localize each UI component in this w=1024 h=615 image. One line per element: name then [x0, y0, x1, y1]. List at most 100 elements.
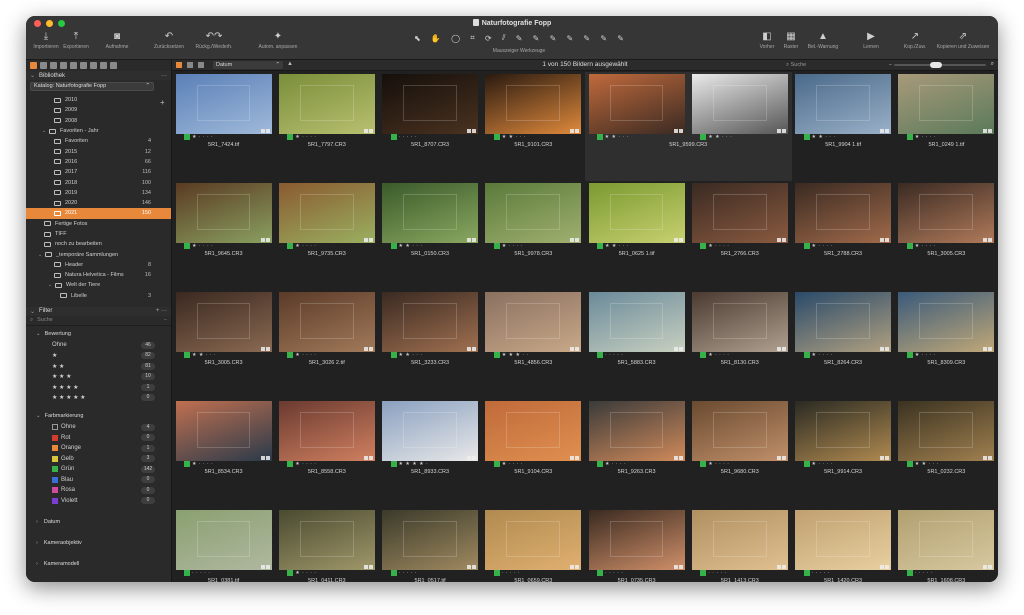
thumbnail-cell[interactable]: ★ ★ · · · 5R1_9101.CR3	[482, 72, 585, 181]
tree-item-noch-zu-bearbeiten[interactable]: noch zu bearbeiten	[26, 239, 171, 249]
tree-item-header[interactable]: Header 8	[26, 260, 171, 270]
color-filter-rosa[interactable]: Rosa 0	[26, 485, 171, 496]
thumbnail-cell[interactable]: ★ · · · · 5R1_0411.CR3	[275, 508, 378, 582]
cursor-tool-2-icon[interactable]: ◯	[451, 34, 460, 43]
color-tag-icon[interactable]	[906, 134, 913, 140]
color-tag-icon[interactable]	[597, 243, 603, 249]
slider-knob[interactable]	[930, 62, 942, 68]
thumbnail-cell[interactable]: ★ ★ · · · 5R1_0232.CR3	[895, 399, 998, 508]
thumbnail-cell[interactable]: · · · · · 5R1_1420.CR3	[792, 508, 895, 582]
star-rating[interactable]: · · · · ·	[812, 570, 830, 576]
color-tag-icon[interactable]	[700, 134, 707, 140]
tree-item-tiff[interactable]: TIFF	[26, 229, 171, 239]
color-tag-icon[interactable]	[390, 352, 397, 358]
rating-filter-3[interactable]: ★ ★ ★ 10	[26, 371, 171, 382]
rating-filter-4[interactable]: ★ ★ ★ ★ 1	[26, 382, 171, 393]
color-tag-icon[interactable]	[287, 570, 294, 576]
thumbnail-cell[interactable]: · · · · · 5R1_0735.CR3	[585, 508, 688, 582]
tree-item-2017[interactable]: 2017 116	[26, 167, 171, 177]
color-tag-icon[interactable]	[803, 243, 810, 249]
thumbnail-image[interactable]	[485, 292, 582, 352]
thumbnail-cell[interactable]: · · · · · 5R1_1608.CR3	[895, 508, 998, 582]
thumbnail-image[interactable]	[278, 183, 375, 243]
star-rating[interactable]: ★ · · · ·	[502, 461, 523, 467]
thumbnail-cell[interactable]: · · · · · 5R1_1413.CR3	[688, 508, 791, 582]
thumbnail-cell[interactable]: ★ · · · · 5R1_3026 2.tif	[275, 290, 378, 399]
star-rating[interactable]: · · · · ·	[192, 570, 210, 576]
color-tab-icon[interactable]	[60, 62, 67, 69]
thumbnail-cell[interactable]: · · · · · 5R1_0659.CR3	[482, 508, 585, 582]
star-rating[interactable]: ★ · · · ·	[915, 243, 936, 249]
color-tag-icon[interactable]	[700, 352, 707, 358]
color-filter-ohne[interactable]: Ohne 4	[26, 422, 171, 433]
thumbnail-image[interactable]	[485, 401, 582, 461]
color-tag-icon[interactable]	[493, 134, 500, 140]
output-tab-icon[interactable]	[110, 62, 117, 69]
thumbnail-cell[interactable]: ★ ★ · · · 5R1_0625 1.tif	[585, 181, 688, 290]
cursor-tool-3-icon[interactable]: ⌗	[470, 33, 475, 43]
color-tag-icon[interactable]	[597, 352, 603, 358]
thumbnail-image[interactable]	[382, 292, 479, 352]
cursor-tool-11-icon[interactable]: ✎	[600, 34, 607, 43]
metadata-tab-icon[interactable]	[100, 62, 107, 69]
thumbnail-image[interactable]	[485, 183, 582, 243]
undo-redo-button[interactable]: ↶↷ Rückg./Wiederh.	[194, 30, 234, 50]
star-rating[interactable]: ★ ★ · · ·	[399, 352, 423, 358]
thumbnail-cell[interactable]: ★ · · · · 5R1_9914.CR3	[792, 399, 895, 508]
tree-item-natura-helvetica-films[interactable]: Natura Helvetica - Films 16	[26, 270, 171, 280]
details-tab-icon[interactable]	[80, 62, 87, 69]
cursor-tool-6-icon[interactable]: ✎	[516, 34, 523, 43]
color-tag-icon[interactable]	[287, 461, 294, 467]
color-tag-icon[interactable]	[700, 461, 707, 467]
library-header[interactable]: ⌄ Bibliothek ···	[26, 71, 171, 80]
color-filter-violett[interactable]: Violett 0	[26, 495, 171, 506]
color-tag-icon[interactable]	[390, 461, 397, 467]
tree-item-favoriten[interactable]: Favoriten 4	[26, 136, 171, 146]
thumbnail-cell[interactable]: ★ · · · · 5R1_7424.tif	[172, 72, 275, 181]
thumbnail-image[interactable]	[691, 183, 788, 243]
thumbnail-cell[interactable]: ★ · · · · 5R1_8130.CR3	[688, 290, 791, 399]
cursor-tool-8-icon[interactable]: ✎	[550, 34, 557, 43]
thumbnail-image[interactable]	[485, 510, 582, 570]
color-tag-icon[interactable]	[803, 352, 810, 358]
thumbnail-cell[interactable]: ★ · · · · 5R1_8558.CR3	[275, 399, 378, 508]
filter-header[interactable]: ⌄ Filter + ···	[26, 306, 171, 316]
color-tag-icon[interactable]	[493, 461, 500, 467]
color-tag-icon[interactable]	[906, 461, 913, 467]
color-tag-icon[interactable]	[184, 570, 190, 576]
thumbnail-image[interactable]	[588, 183, 685, 243]
library-more-button[interactable]: ···	[161, 73, 167, 79]
thumbnail-image[interactable]	[588, 401, 685, 461]
export-button[interactable]: ⤒ Exportieren	[56, 30, 96, 50]
star-rating[interactable]: ★ ★ · · ·	[708, 134, 732, 140]
star-rating[interactable]: ★ ★ · · ·	[915, 461, 939, 467]
color-filter-header[interactable]: ⌄ Farbmarkierung	[26, 403, 171, 422]
cursor-tool-4-icon[interactable]: ⟳	[485, 34, 492, 43]
thumbnail-image[interactable]	[382, 510, 479, 570]
color-tag-icon[interactable]	[390, 243, 397, 249]
color-filter-blau[interactable]: Blau 0	[26, 474, 171, 485]
thumbnail-cell[interactable]: ★ · · · · 5R1_9104.CR3	[482, 399, 585, 508]
color-tag-icon[interactable]	[493, 570, 500, 576]
color-tag-icon[interactable]	[906, 570, 913, 576]
disclosure-open-icon[interactable]: ⌄	[42, 128, 47, 134]
color-tag-icon[interactable]	[184, 461, 190, 467]
lens-tab-icon[interactable]	[50, 62, 57, 69]
star-rating[interactable]: ★ · · · ·	[295, 134, 316, 140]
tree-item-2018[interactable]: 2018 100	[26, 177, 171, 187]
thumbnail-image[interactable]	[691, 74, 788, 134]
thumbnail-image[interactable]	[795, 183, 892, 243]
thumbnail-cell[interactable]: ★ · · · · 5R1_2766.CR3	[688, 181, 791, 290]
color-tag-icon[interactable]	[390, 570, 397, 576]
tree-item-2009[interactable]: 2009	[26, 105, 171, 115]
thumbnail-size-slider[interactable]	[894, 62, 986, 68]
tree-item-2019[interactable]: 2019 134	[26, 188, 171, 198]
thumbnail-image[interactable]	[175, 401, 272, 461]
thumbnail-image[interactable]	[588, 510, 685, 570]
rating-filter-header[interactable]: ⌄ Bewertung	[26, 326, 171, 340]
filter-search-input[interactable]: ⌕ Suche −	[26, 316, 171, 326]
thumbnail-image[interactable]	[898, 74, 995, 134]
thumbnail-cell[interactable]: ★ ★ ★ ★ · 5R1_8933.CR3	[379, 399, 482, 508]
tree-item-2010[interactable]: 2010	[26, 95, 171, 105]
zoom-icon[interactable]: ⌕	[991, 61, 994, 68]
